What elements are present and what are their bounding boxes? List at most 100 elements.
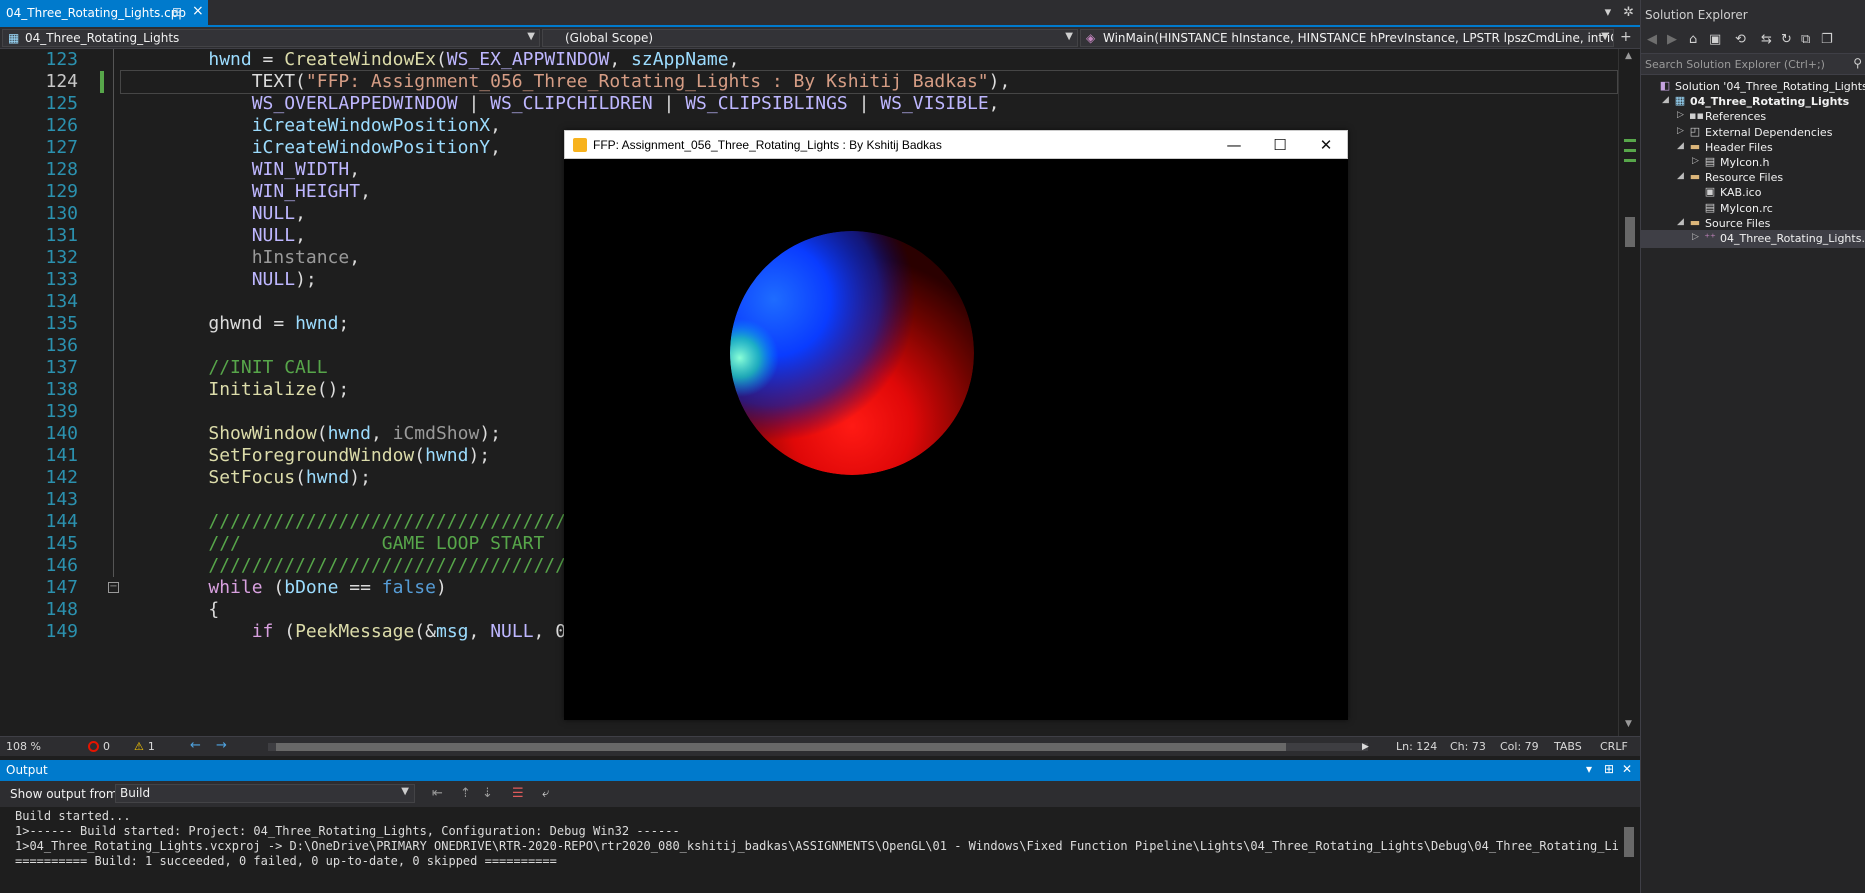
code-line[interactable]: ShowWindow(hwnd, iCmdShow);: [165, 423, 501, 445]
tab-list-dropdown-icon[interactable]: ▾: [1605, 5, 1612, 20]
code-line[interactable]: iCreateWindowPositionY,: [165, 137, 501, 159]
line-number: 132: [45, 247, 78, 268]
output-text[interactable]: Build started... 1>------ Build started: …: [0, 807, 1618, 893]
editor-horizontal-scrollbar[interactable]: [268, 743, 1368, 751]
clear-all-icon[interactable]: ☰: [512, 786, 524, 801]
collapse-all-icon[interactable]: ⧉: [1801, 32, 1810, 47]
code-line[interactable]: NULL,: [165, 203, 306, 225]
search-icon[interactable]: ⚲: [1853, 56, 1862, 70]
line-number: 149: [45, 621, 78, 642]
code-token: (: [295, 467, 306, 488]
collapsed-arrow-icon[interactable]: ▷: [1677, 110, 1684, 120]
code-line[interactable]: WIN_HEIGHT,: [165, 181, 371, 203]
scroll-right-icon[interactable]: ▶: [1362, 742, 1369, 752]
find-message-icon[interactable]: ⇤: [432, 786, 443, 801]
forward-icon[interactable]: ▶: [1667, 32, 1677, 47]
code-line[interactable]: ghwnd = hwnd;: [165, 313, 349, 335]
prev-message-icon[interactable]: ⇡: [460, 786, 471, 801]
code-token: while: [208, 577, 263, 598]
code-line[interactable]: /// GAME LOOP START: [165, 533, 544, 555]
word-wrap-icon[interactable]: ⤶: [542, 786, 549, 801]
settings-icon[interactable]: ✲: [1623, 5, 1634, 20]
code-line[interactable]: SetForegroundWindow(hwnd);: [165, 445, 490, 467]
navigate-back-icon[interactable]: ←: [190, 738, 201, 753]
next-message-icon[interactable]: ⇣: [482, 786, 493, 801]
code-line[interactable]: //INIT CALL: [165, 357, 327, 379]
tabs-indicator[interactable]: TABS: [1554, 740, 1582, 753]
error-count[interactable]: 0: [88, 740, 110, 753]
expanded-arrow-icon[interactable]: ◢: [1677, 171, 1684, 181]
tree-item-label: References: [1705, 110, 1767, 123]
code-token: bDone: [284, 577, 339, 598]
member-dropdown[interactable]: ◈ WinMain(HINSTANCE hInstance, HINSTANCE…: [1080, 29, 1614, 47]
back-icon[interactable]: ◀: [1647, 32, 1657, 47]
collapsed-arrow-icon[interactable]: ▷: [1692, 232, 1699, 242]
tree-item[interactable]: ▷ ⁺⁺ 04_Three_Rotating_Lights.cpp: [1641, 230, 1865, 248]
expanded-arrow-icon[interactable]: ◢: [1677, 217, 1684, 227]
opengl-app-window[interactable]: FFP: Assignment_056_Three_Rotating_Light…: [564, 130, 1348, 720]
code-line[interactable]: hInstance,: [165, 247, 360, 269]
project-dropdown[interactable]: ▦ 04_Three_Rotating_Lights ▼: [2, 29, 540, 47]
zoom-level[interactable]: 108 %: [6, 740, 41, 753]
pin-icon[interactable]: ⊞: [1604, 762, 1614, 776]
code-line[interactable]: SetFocus(hwnd);: [165, 467, 371, 489]
navigate-forward-icon[interactable]: →: [216, 738, 227, 753]
code-line[interactable]: NULL,: [165, 225, 306, 247]
show-all-files-icon[interactable]: ❐: [1821, 32, 1833, 47]
code-line[interactable]: {: [165, 599, 219, 621]
code-line[interactable]: NULL);: [165, 269, 317, 291]
refresh-icon[interactable]: ↻: [1781, 32, 1792, 47]
line-ending-indicator[interactable]: CRLF: [1600, 740, 1628, 753]
warning-icon: ⚠: [134, 740, 144, 753]
code-line[interactable]: WIN_WIDTH,: [165, 159, 360, 181]
app-window-titlebar[interactable]: FFP: Assignment_056_Three_Rotating_Light…: [564, 130, 1348, 159]
member-dropdown-value: WinMain(HINSTANCE hInstance, HINSTANCE h…: [1103, 31, 1613, 45]
scroll-down-icon[interactable]: ▼: [1625, 719, 1632, 729]
close-icon[interactable]: ✕: [1622, 762, 1632, 776]
close-icon[interactable]: ×: [192, 3, 204, 19]
code-line[interactable]: hwnd = CreateWindowEx(WS_EX_APPWINDOW, s…: [165, 49, 739, 71]
warning-count[interactable]: ⚠ 1: [134, 740, 155, 753]
solution-search-input[interactable]: Search Solution Explorer (Ctrl+;) ⚲: [1641, 53, 1865, 75]
output-panel-header[interactable]: Output ▾ ⊞ ✕: [0, 760, 1640, 781]
chevron-down-icon[interactable]: ▾: [1586, 762, 1592, 776]
switch-views-icon[interactable]: ▣: [1709, 32, 1721, 47]
render-canvas[interactable]: [564, 159, 1348, 720]
scope-dropdown[interactable]: (Global Scope) ▼: [542, 29, 1078, 47]
line-number: 127: [45, 137, 78, 158]
folder-icon: ▬: [1689, 216, 1701, 229]
app-icon: [573, 138, 587, 152]
maximize-button[interactable]: ☐: [1257, 131, 1303, 159]
expanded-arrow-icon[interactable]: ◢: [1662, 95, 1669, 105]
pin-icon[interactable]: ⊞: [172, 5, 182, 19]
line-number: 138: [45, 379, 78, 400]
minimize-button[interactable]: —: [1211, 131, 1257, 159]
scrollbar-thumb[interactable]: [1624, 827, 1634, 857]
output-source-dropdown[interactable]: Build ▼: [115, 784, 415, 803]
fold-toggle-icon[interactable]: −: [108, 582, 119, 593]
scrollbar-thumb[interactable]: [1625, 217, 1635, 247]
code-line[interactable]: Initialize();: [165, 379, 349, 401]
pending-changes-icon[interactable]: ⟲: [1735, 32, 1746, 47]
sync-icon[interactable]: ⇆: [1761, 32, 1772, 47]
split-editor-icon[interactable]: +: [1620, 29, 1632, 45]
code-line[interactable]: while (bDone == false): [165, 577, 446, 599]
solution-explorer-title-text: Solution Explorer: [1645, 8, 1748, 22]
scrollbar-thumb[interactable]: [276, 743, 1286, 751]
code-line[interactable]: iCreateWindowPositionX,: [165, 115, 501, 137]
collapsed-arrow-icon[interactable]: ▷: [1692, 156, 1699, 166]
solution-explorer: Solution Explorer ◀ ▶ ⌂ ▣ ⟲ ⇆ ↻ ⧉ ❐ Sear…: [1640, 0, 1865, 893]
collapsed-arrow-icon[interactable]: ▷: [1677, 126, 1684, 136]
scroll-up-icon[interactable]: ▲: [1625, 51, 1632, 61]
document-tab[interactable]: 04_Three_Rotating_Lights.cpp ⊞ ×: [0, 0, 208, 25]
close-button[interactable]: ✕: [1303, 131, 1349, 159]
code-line[interactable]: WS_OVERLAPPEDWINDOW | WS_CLIPCHILDREN | …: [165, 93, 1000, 115]
output-scrollbar[interactable]: [1618, 807, 1640, 893]
home-icon[interactable]: ⌂: [1689, 32, 1697, 47]
expanded-arrow-icon[interactable]: ◢: [1677, 141, 1684, 151]
editor-vertical-scrollbar[interactable]: ▲ ▼: [1618, 49, 1640, 743]
